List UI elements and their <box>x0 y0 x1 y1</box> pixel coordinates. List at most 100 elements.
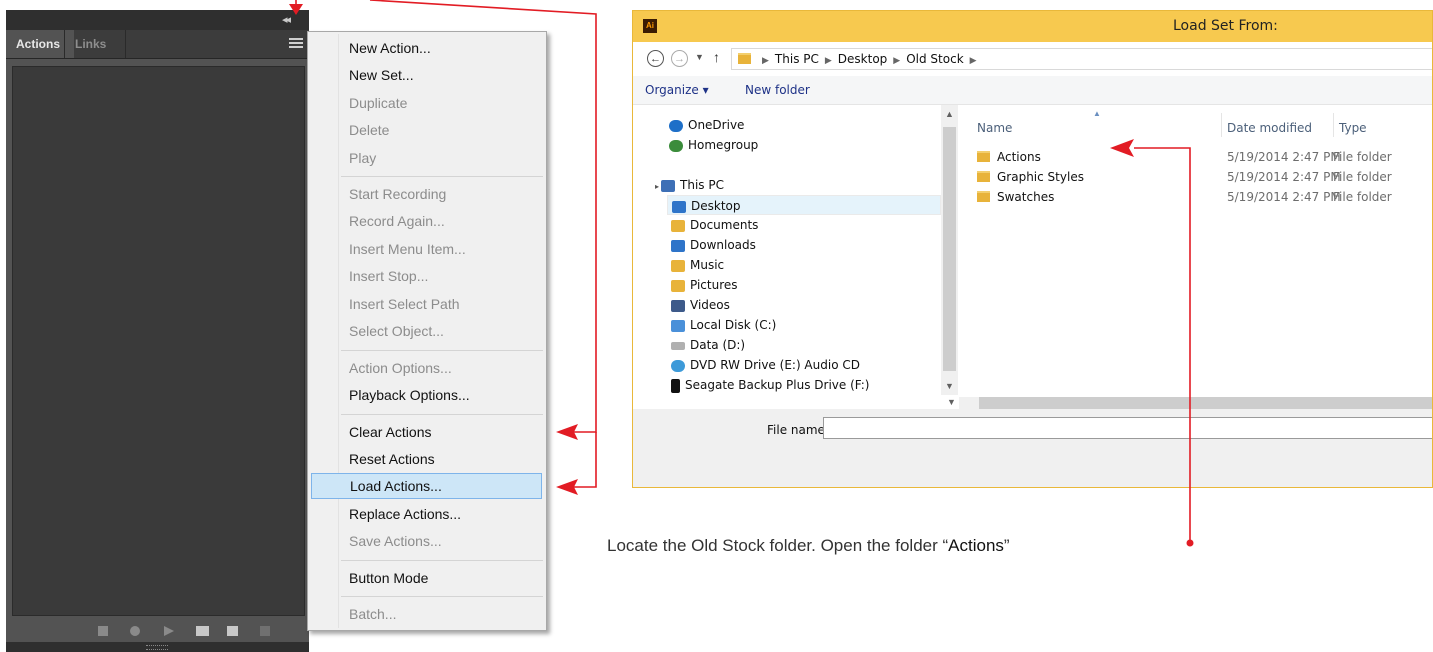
resize-grip-icon[interactable] <box>146 645 168 650</box>
nav-item-this-pc[interactable]: ▸ This PC <box>655 175 724 195</box>
documents-folder-icon <box>671 219 685 232</box>
dialog-toolbar: Organize ▾ New folder <box>633 76 1432 105</box>
trash-icon[interactable] <box>260 626 270 636</box>
address-bar[interactable]: ▶ This PC ▶ Desktop ▶ Old Stock ▶ <box>731 48 1432 70</box>
menu-item-button-mode[interactable]: Button Mode <box>308 565 546 591</box>
menu-separator <box>341 414 543 415</box>
nav-item-data-d[interactable]: Data (D:) <box>671 335 745 355</box>
column-header-type[interactable]: Type <box>1339 121 1367 135</box>
recent-locations-icon[interactable]: ▼ <box>695 52 704 62</box>
new-set-icon[interactable] <box>196 626 209 636</box>
illustrator-logo-icon: Ai <box>643 19 657 33</box>
column-divider[interactable] <box>1333 113 1334 137</box>
nav-vertical-scrollbar[interactable]: ▲ ▼ <box>941 105 958 395</box>
homegroup-icon <box>669 139 683 152</box>
file-name-label: File name: <box>767 423 829 437</box>
panel-resize-bar[interactable] <box>6 642 309 652</box>
play-icon[interactable] <box>164 626 174 636</box>
menu-item-play[interactable]: Play <box>308 145 546 171</box>
nav-item-onedrive[interactable]: OneDrive <box>669 115 744 135</box>
file-row-graphic-styles[interactable]: Graphic Styles 5/19/2014 2:47 PM File fo… <box>977 167 1432 187</box>
music-folder-icon <box>671 259 685 272</box>
back-icon[interactable]: ← <box>647 50 664 67</box>
column-header-date-modified[interactable]: Date modified <box>1227 121 1312 135</box>
menu-item-insert-stop[interactable]: Insert Stop... <box>308 263 546 289</box>
breadcrumb-separator-icon: ▶ <box>824 56 832 66</box>
menu-item-save-actions[interactable]: Save Actions... <box>308 528 546 554</box>
breadcrumb-this-pc[interactable]: This PC <box>775 52 819 66</box>
nav-item-seagate-drive-f[interactable]: Seagate Backup Plus Drive (F:) <box>671 375 869 395</box>
dialog-title-bar[interactable]: Ai Load Set From: <box>633 11 1432 42</box>
stop-icon[interactable] <box>98 626 108 636</box>
menu-item-reset-actions[interactable]: Reset Actions <box>308 446 546 472</box>
menu-item-duplicate[interactable]: Duplicate <box>308 90 546 116</box>
menu-item-start-recording[interactable]: Start Recording <box>308 181 546 207</box>
file-row-actions[interactable]: Actions 5/19/2014 2:47 PM File folder <box>977 147 1432 167</box>
menu-item-replace-actions[interactable]: Replace Actions... <box>308 501 546 527</box>
nav-item-music[interactable]: Music <box>671 255 724 275</box>
menu-item-batch[interactable]: Batch... <box>308 601 546 627</box>
scrollbar-thumb[interactable] <box>943 127 956 371</box>
file-row-swatches[interactable]: Swatches 5/19/2014 2:47 PM File folder <box>977 187 1432 207</box>
folder-icon <box>738 53 751 64</box>
new-folder-button[interactable]: New folder <box>745 83 810 97</box>
panel-menu-icon[interactable] <box>289 38 303 50</box>
nav-item-videos[interactable]: Videos <box>671 295 730 315</box>
dialog-content: OneDrive Homegroup ▸ This PC Desktop Docu… <box>633 105 1432 409</box>
desktop-folder-icon <box>672 200 686 213</box>
actions-list[interactable] <box>12 66 305 616</box>
forward-icon[interactable]: → <box>671 50 688 67</box>
menu-separator <box>341 560 543 561</box>
scroll-down-icon[interactable]: ▼ <box>945 381 954 391</box>
file-name-input[interactable] <box>823 417 1432 439</box>
panel-tab-bar: Actions Links <box>6 30 309 59</box>
callout-dot-icon <box>1186 539 1194 547</box>
scrollbar-thumb[interactable] <box>979 397 1432 409</box>
up-folder-icon[interactable]: ↑ <box>713 49 720 65</box>
menu-item-insert-select-path[interactable]: Insert Select Path <box>308 291 546 317</box>
menu-item-new-set[interactable]: New Set... <box>308 62 546 88</box>
nav-item-desktop[interactable]: Desktop <box>667 195 941 215</box>
menu-item-select-object[interactable]: Select Object... <box>308 318 546 344</box>
nav-item-downloads[interactable]: Downloads <box>671 235 756 255</box>
downloads-folder-icon <box>671 239 685 252</box>
navigation-pane: OneDrive Homegroup ▸ This PC Desktop Docu… <box>633 105 959 395</box>
breadcrumb-separator-icon[interactable]: ▶ <box>970 56 977 66</box>
record-icon[interactable] <box>130 626 140 636</box>
menu-item-playback-options[interactable]: Playback Options... <box>308 382 546 408</box>
computer-icon <box>661 179 676 192</box>
menu-separator <box>341 596 543 597</box>
breadcrumb-desktop[interactable]: Desktop <box>838 52 888 66</box>
instruction-caption: Locate the Old Stock folder. Open the fo… <box>607 536 1010 555</box>
organize-button[interactable]: Organize ▾ <box>645 83 709 97</box>
videos-folder-icon <box>671 299 685 312</box>
expand-icon[interactable]: ▸ <box>655 182 659 191</box>
menu-item-insert-menu-item[interactable]: Insert Menu Item... <box>308 236 546 262</box>
nav-item-dvd-drive-e[interactable]: DVD RW Drive (E:) Audio CD <box>671 355 860 375</box>
sort-ascending-icon: ▲ <box>1093 109 1101 118</box>
menu-item-clear-actions[interactable]: Clear Actions <box>308 419 546 445</box>
nav-item-pictures[interactable]: Pictures <box>671 275 738 295</box>
menu-item-action-options[interactable]: Action Options... <box>308 355 546 381</box>
horizontal-scrollbar[interactable] <box>959 397 1432 409</box>
breadcrumb-old-stock[interactable]: Old Stock <box>906 52 963 66</box>
column-header-name[interactable]: Name <box>977 121 1012 135</box>
arrowhead-clear-actions-icon <box>556 424 578 440</box>
drive-icon <box>671 319 685 332</box>
collapse-pane-icon[interactable]: ▼ <box>947 397 956 407</box>
scroll-up-icon[interactable]: ▲ <box>945 109 954 119</box>
menu-item-load-actions[interactable]: Load Actions... <box>311 473 542 499</box>
collapse-icon[interactable]: ◂◂ <box>282 13 291 26</box>
column-divider[interactable] <box>1221 113 1222 137</box>
nav-item-local-disk-c[interactable]: Local Disk (C:) <box>671 315 776 335</box>
tab-links[interactable]: Links <box>64 30 126 58</box>
breadcrumb-separator-icon: ▶ <box>762 56 769 66</box>
menu-item-new-action[interactable]: New Action... <box>308 35 546 61</box>
menu-item-record-again[interactable]: Record Again... <box>308 208 546 234</box>
nav-item-documents[interactable]: Documents <box>671 215 758 235</box>
dialog-bottom-area: File name: <box>633 409 1432 487</box>
new-action-icon[interactable] <box>227 626 238 636</box>
cd-icon <box>671 359 685 372</box>
menu-item-delete[interactable]: Delete <box>308 117 546 143</box>
nav-item-homegroup[interactable]: Homegroup <box>669 135 758 155</box>
